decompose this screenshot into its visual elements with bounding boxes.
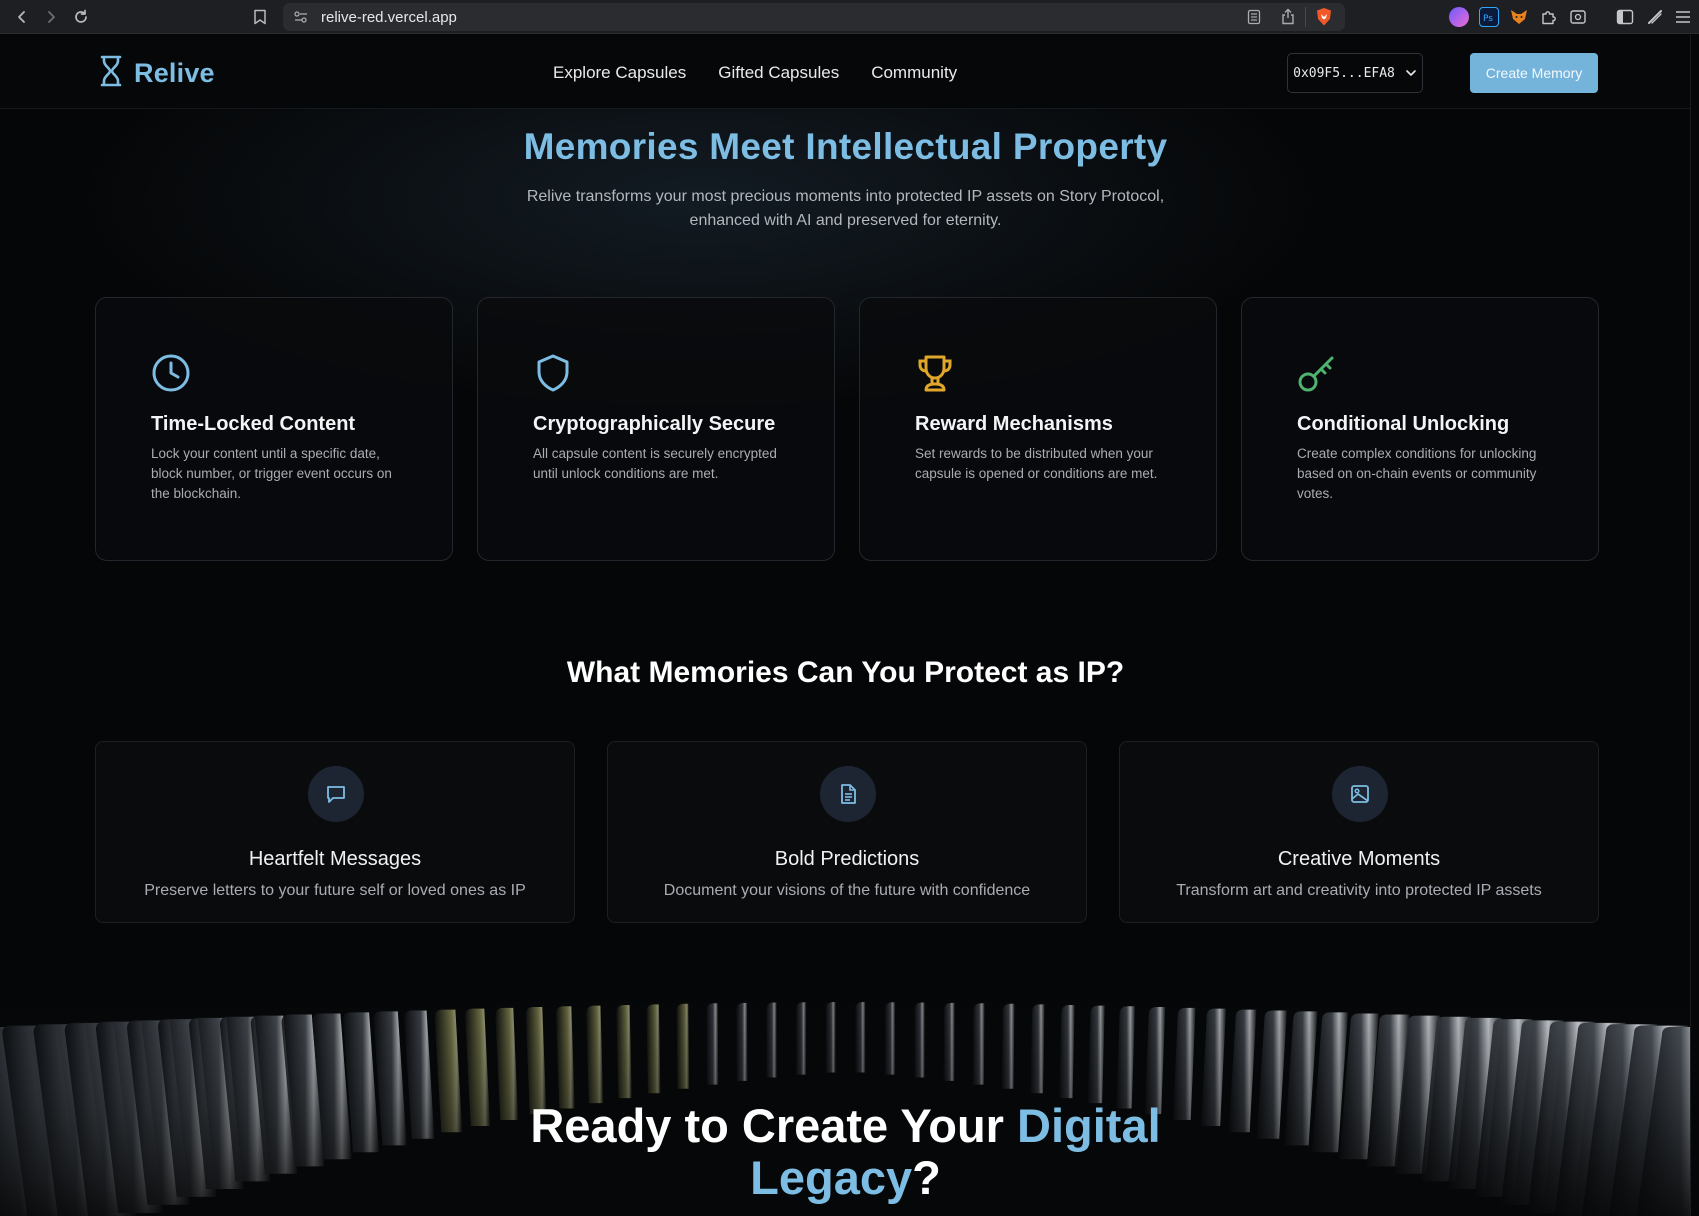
message-icon [308, 766, 364, 822]
use-case-title: Creative Moments [1277, 848, 1441, 870]
feature-card-secure: Cryptographically Secure All capsule con… [477, 297, 835, 561]
use-case-text: Document your visions of the future with… [663, 882, 1031, 899]
address-bar[interactable]: relive-red.vercel.app [283, 3, 1345, 31]
use-case-card-messages: Heartfelt Messages Preserve letters to y… [95, 741, 575, 923]
feature-text: Lock your content until a specific date,… [151, 446, 392, 501]
feature-card-rewards: Reward Mechanisms Set rewards to be dist… [859, 297, 1217, 561]
feature-title: Time-Locked Content [151, 413, 356, 435]
shield-icon [533, 353, 573, 393]
feature-text: Set rewards to be distributed when your … [915, 446, 1158, 481]
key-icon [1297, 353, 1337, 393]
fox-extension-icon[interactable] [1509, 7, 1529, 27]
brave-shield-icon[interactable] [1315, 7, 1333, 32]
site-header: Relive Explore Capsules Gifted Capsules … [0, 35, 1690, 109]
bookmark-icon[interactable] [249, 6, 271, 28]
site-settings-icon[interactable] [293, 10, 309, 29]
reader-mode-icon[interactable] [1247, 9, 1261, 30]
hero-subtitle-line1: Relive transforms your most precious mom… [526, 188, 1165, 205]
leo-ai-icon[interactable] [1643, 5, 1667, 29]
feature-title: Reward Mechanisms [915, 413, 1113, 435]
cta-title: Ready to Create Your Digital Legacy? [0, 1099, 1690, 1204]
use-cases-title: What Memories Can You Protect as IP? [566, 656, 1125, 689]
trophy-icon [915, 353, 955, 393]
extensions-puzzle-icon[interactable] [1537, 5, 1561, 29]
extension-icon[interactable] [1449, 7, 1469, 27]
cta-title-highlight2: Legacy [750, 1151, 913, 1204]
feature-title: Conditional Unlocking [1297, 413, 1510, 435]
use-case-title: Heartfelt Messages [248, 848, 422, 870]
back-icon[interactable] [11, 6, 33, 28]
nav-community[interactable]: Community [871, 63, 957, 83]
cta-title-part1: Ready to Create Your [530, 1099, 1018, 1152]
document-icon [820, 766, 876, 822]
main-nav: Explore Capsules Gifted Capsules Communi… [553, 63, 957, 83]
nav-explore-capsules[interactable]: Explore Capsules [553, 63, 686, 83]
feature-card-time-locked: Time-Locked Content Lock your content un… [95, 297, 453, 561]
cta-title-highlight1: Digital [1017, 1099, 1161, 1152]
feature-card-conditional: Conditional Unlocking Create complex con… [1241, 297, 1599, 561]
reload-icon[interactable] [70, 6, 92, 28]
feature-title: Cryptographically Secure [533, 413, 776, 435]
use-case-card-creative: Creative Moments Transform art and creat… [1119, 741, 1599, 923]
feature-text: Create complex conditions for unlocking … [1297, 446, 1537, 501]
feature-text: All capsule content is securely encrypte… [533, 446, 777, 481]
menu-icon[interactable] [1671, 5, 1695, 29]
hourglass-icon [98, 55, 124, 92]
wallet-address: 0x09F5...EFA8 [1293, 65, 1395, 81]
nav-gifted-capsules[interactable]: Gifted Capsules [718, 63, 839, 83]
browser-toolbar: relive-red.vercel.app Ps [0, 0, 1699, 34]
sidebar-toggle-icon[interactable] [1613, 5, 1637, 29]
hero-subtitle: Relive transforms your most precious mom… [520, 185, 1171, 233]
cta-title-end: ? [912, 1151, 941, 1204]
url-text[interactable]: relive-red.vercel.app [321, 9, 457, 26]
svg-text:Ps: Ps [1483, 14, 1493, 24]
create-memory-button[interactable]: Create Memory [1470, 53, 1598, 93]
use-case-text: Preserve letters to your future self or … [144, 882, 526, 899]
logo[interactable]: Relive [98, 55, 215, 92]
wallet-button[interactable]: 0x09F5...EFA8 [1287, 53, 1423, 93]
photoshop-extension-icon[interactable]: Ps [1479, 7, 1499, 27]
clock-icon [151, 353, 191, 393]
logo-text: Relive [134, 58, 215, 88]
hero-subtitle-line2: enhanced with AI and preserved for etern… [689, 212, 1002, 229]
page-content: Relive Explore Capsules Gifted Capsules … [0, 35, 1691, 1216]
use-case-text: Transform art and creativity into protec… [1176, 882, 1542, 899]
image-icon [1332, 766, 1388, 822]
use-case-card-predictions: Bold Predictions Document your visions o… [607, 741, 1087, 923]
share-icon[interactable] [1281, 8, 1295, 30]
chevron-down-icon [1405, 66, 1417, 81]
wallet-extension-icon[interactable] [1566, 5, 1590, 29]
urlbar-divider [1305, 7, 1306, 27]
hero-title: Memories Meet Intellectual Property [523, 126, 1168, 167]
use-case-title: Bold Predictions [774, 848, 920, 870]
forward-icon[interactable] [40, 6, 62, 28]
